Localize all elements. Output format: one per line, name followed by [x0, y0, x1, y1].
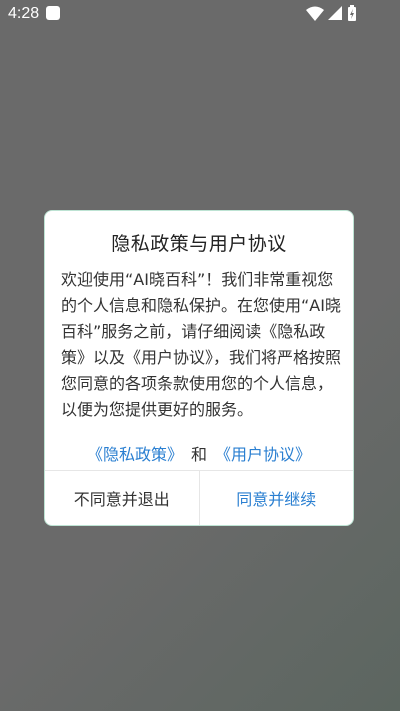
signal-icon	[328, 6, 342, 20]
dialog-title: 隐私政策与用户协议	[111, 233, 287, 255]
privacy-dialog: 隐私政策与用户协议 欢迎使用“AI晓百科”！我们非常重视您的个人信息和隐私保护。…	[44, 210, 354, 526]
status-bar: 4:28	[0, 0, 400, 28]
agree-and-continue-button[interactable]: 同意并继续	[200, 471, 354, 525]
dialog-button-row: 不同意并退出 同意并继续	[45, 470, 353, 525]
privacy-policy-link[interactable]: 《隐私政策》	[87, 445, 183, 464]
status-icons	[306, 4, 366, 24]
status-time: 4:28	[8, 5, 40, 22]
decline-and-exit-button[interactable]: 不同意并退出	[45, 471, 200, 525]
dialog-body-text: 欢迎使用“AI晓百科”！我们非常重视您的个人信息和隐私保护。在您使用“AI晓百科…	[61, 270, 342, 419]
and-text: 和	[190, 445, 207, 464]
user-agreement-link[interactable]: 《用户协议》	[215, 445, 311, 464]
wifi-icon	[306, 6, 324, 21]
battery-icon	[348, 5, 356, 21]
notification-icon	[46, 6, 60, 20]
policy-links-row: 《隐私政策》和《用户协议》	[45, 441, 353, 465]
